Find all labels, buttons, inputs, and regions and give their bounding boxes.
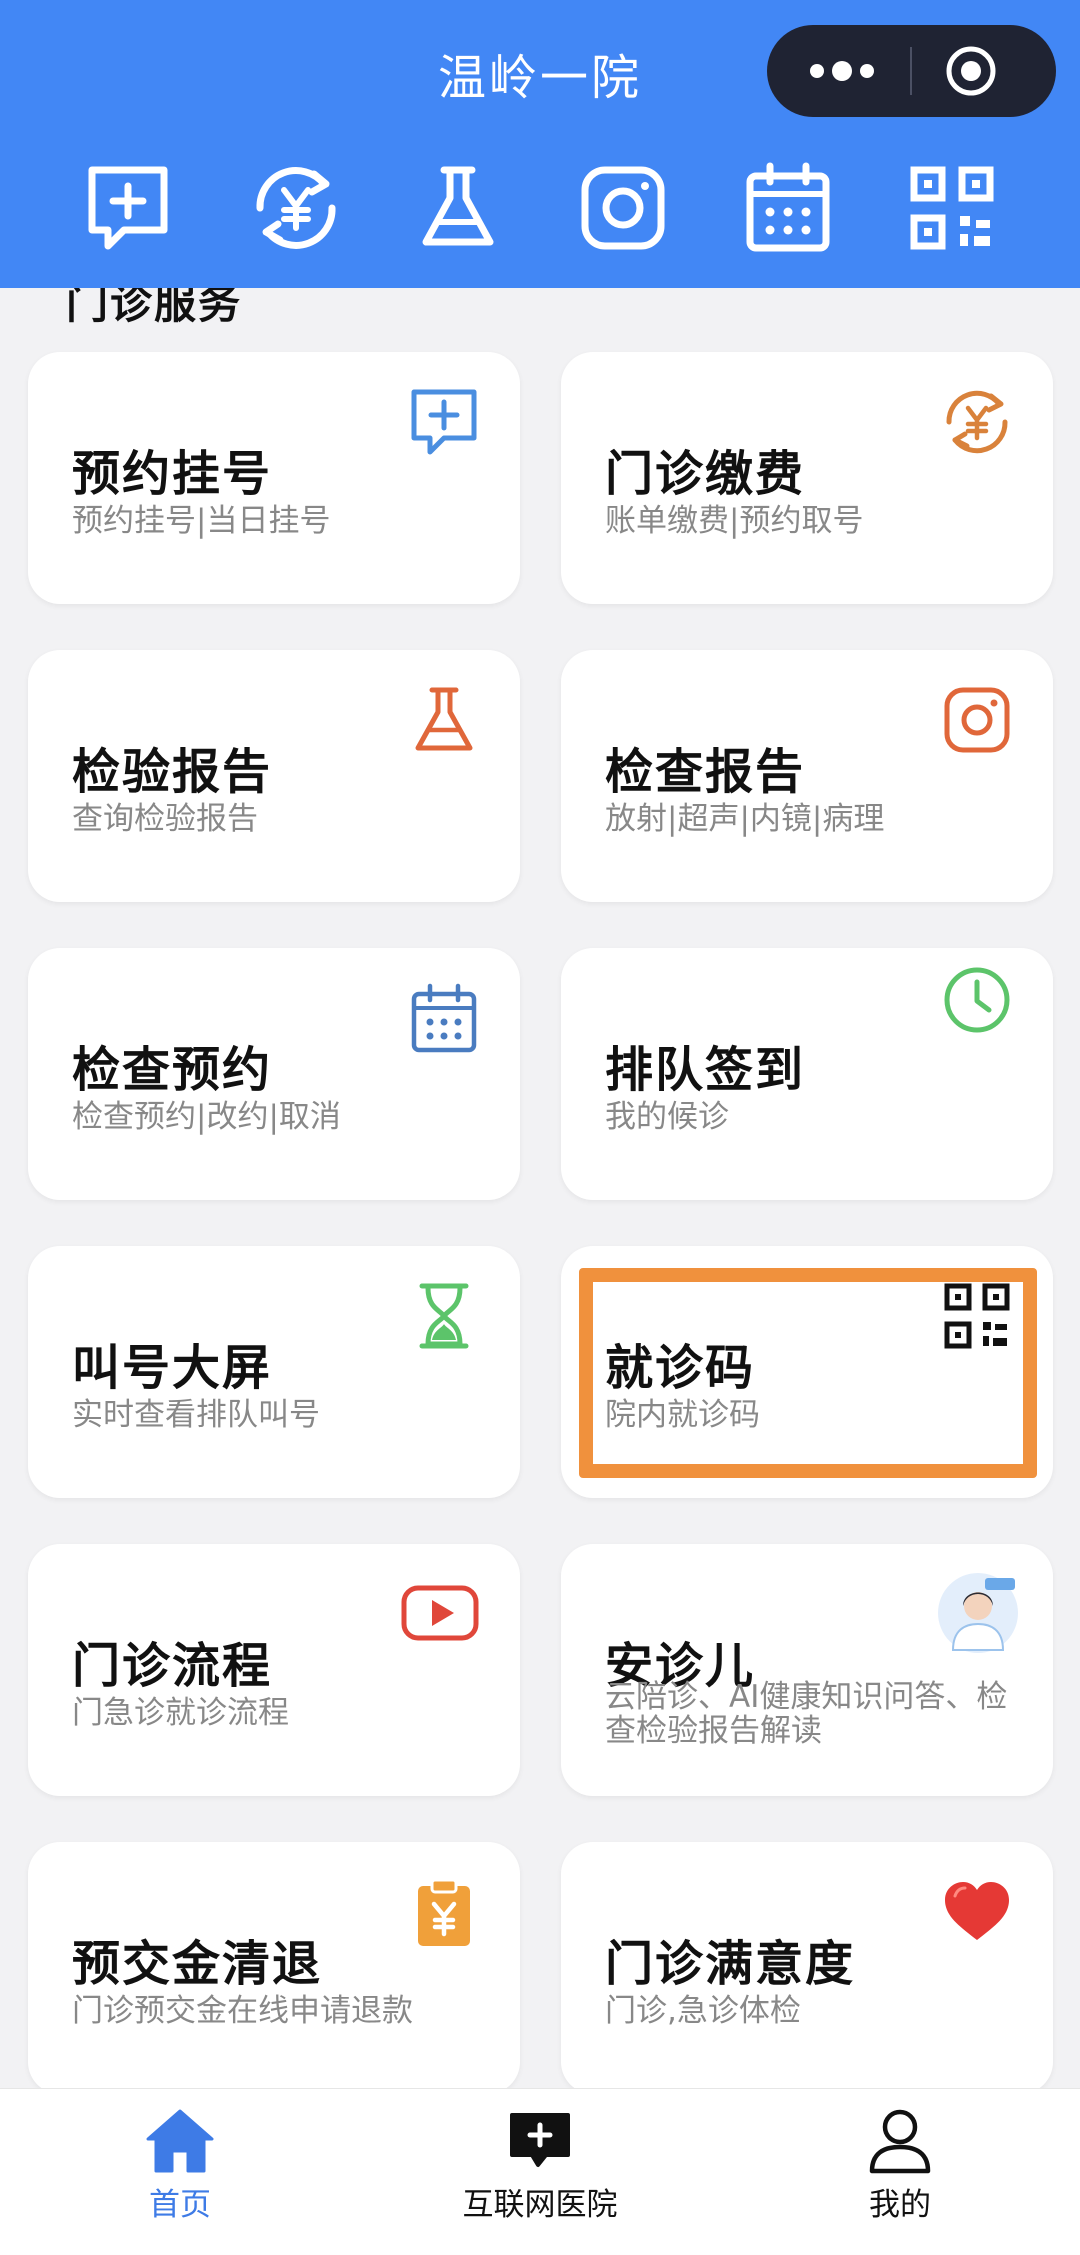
video-play-icon [401, 1585, 479, 1641]
card-title: 检查预约 [72, 1042, 273, 1098]
card-calling-screen[interactable]: 叫号大屏 实时查看排队叫号 [28, 1246, 520, 1498]
tab-internet-hospital[interactable]: 互联网医院 [410, 2107, 670, 2247]
tab-label: 首页 [149, 2187, 211, 2223]
camera-icon[interactable] [575, 160, 671, 256]
card-title: 预约挂号 [72, 446, 273, 502]
card-anzhener[interactable]: 安诊儿 云陪诊、AI健康知识问答、检查检验报告解读 [561, 1544, 1053, 1796]
bottom-tab-bar: 首页 互联网医院 我的 [0, 2088, 1080, 2255]
tab-label: 互联网医院 [462, 2187, 618, 2223]
card-subtitle: 查询检验报告 [72, 801, 258, 837]
close-mini-program-icon[interactable] [945, 45, 997, 97]
card-subtitle: 门急诊就诊流程 [72, 1695, 289, 1731]
card-subtitle: 账单缴费|预约取号 [605, 503, 864, 539]
tab-label: 我的 [869, 2187, 931, 2223]
tab-mine[interactable]: 我的 [770, 2107, 1030, 2247]
card-subtitle: 实时查看排队叫号 [72, 1397, 320, 1433]
card-outpatient-payment[interactable]: 门诊缴费 账单缴费|预约取号 [561, 352, 1053, 604]
home-icon [146, 2109, 214, 2173]
doctor-avatar-icon [938, 1573, 1018, 1653]
card-title: 检验报告 [72, 744, 273, 800]
card-subtitle: 我的候诊 [605, 1099, 729, 1135]
card-title: 排队签到 [605, 1042, 806, 1098]
card-subtitle: 门诊预交金在线申请退款 [72, 1993, 413, 2029]
service-grid: 门诊服务 预约挂号 预约挂号|当日挂号 门诊缴费 账单缴费|预约取号 检验报告 … [0, 279, 1080, 2094]
heart-icon [945, 1882, 1009, 1940]
card-queue-checkin[interactable]: 排队签到 我的候诊 [561, 948, 1053, 1200]
calendar-icon[interactable] [740, 160, 836, 256]
hourglass-icon [419, 1283, 469, 1349]
yuan-payment-icon[interactable] [248, 160, 344, 256]
clipboard-yuan-icon [418, 1878, 470, 1946]
yuan-payment-icon [946, 390, 1008, 454]
highlight-box [579, 1268, 1037, 1478]
card-title: 门诊缴费 [605, 446, 806, 502]
top-header: 温岭一院 [0, 0, 1080, 288]
consult-plus-icon[interactable] [80, 160, 176, 256]
qr-code-icon[interactable] [904, 160, 1000, 256]
camera-icon [944, 687, 1010, 753]
card-subtitle: 预约挂号|当日挂号 [72, 503, 331, 539]
card-title: 检查报告 [605, 744, 806, 800]
quick-access-bar [0, 160, 1080, 270]
card-deposit-refund[interactable]: 预交金清退 门诊预交金在线申请退款 [28, 1842, 520, 2094]
card-appointment-registration[interactable]: 预约挂号 预约挂号|当日挂号 [28, 352, 520, 604]
card-exam-report[interactable]: 检查报告 放射|超声|内镜|病理 [561, 650, 1053, 902]
mini-program-capsule [767, 25, 1056, 117]
flask-icon[interactable] [410, 160, 506, 256]
clock-icon [944, 967, 1010, 1033]
tab-home[interactable]: 首页 [50, 2107, 310, 2247]
card-outpatient-process[interactable]: 门诊流程 门急诊就诊流程 [28, 1544, 520, 1796]
card-title: 预交金清退 [72, 1936, 323, 1992]
more-options-icon[interactable] [807, 55, 877, 87]
card-subtitle: 云陪诊、AI健康知识问答、检查检验报告解读 [605, 1679, 1008, 1749]
card-subtitle: 放射|超声|内镜|病理 [605, 801, 885, 837]
card-subtitle: 门诊,急诊体检 [605, 1993, 801, 2029]
card-exam-appointment[interactable]: 检查预约 检查预约|改约|取消 [28, 948, 520, 1200]
card-title: 叫号大屏 [72, 1340, 273, 1396]
card-lab-report[interactable]: 检验报告 查询检验报告 [28, 650, 520, 902]
card-subtitle: 检查预约|改约|取消 [72, 1099, 341, 1135]
flask-icon [415, 687, 473, 751]
card-title: 门诊流程 [72, 1638, 273, 1694]
calendar-icon [411, 983, 477, 1053]
capsule-divider [910, 47, 912, 95]
card-satisfaction[interactable]: 门诊满意度 门诊,急诊体检 [561, 1842, 1053, 2094]
chat-plus-icon [510, 2113, 570, 2167]
consult-plus-icon [411, 389, 477, 455]
user-icon [869, 2109, 931, 2174]
card-title: 门诊满意度 [605, 1936, 856, 1992]
